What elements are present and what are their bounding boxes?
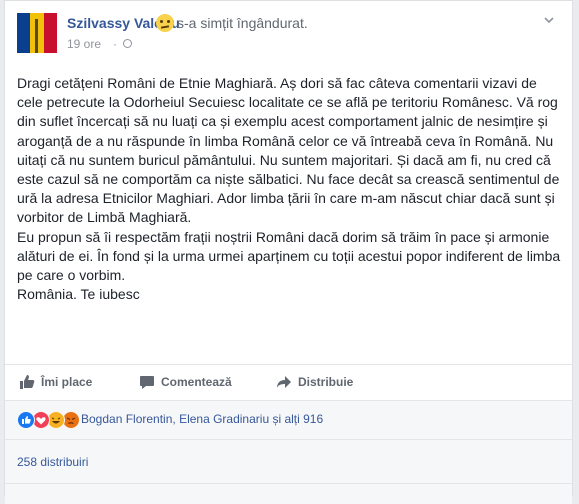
feeling-emoji-icon bbox=[156, 14, 174, 32]
post-paragraph: Eu propun să îi respectăm frații noștrii… bbox=[17, 228, 561, 284]
thumbs-up-icon bbox=[20, 375, 35, 389]
like-reaction-icon[interactable] bbox=[17, 411, 35, 429]
globe-icon[interactable] bbox=[123, 39, 132, 48]
shares-count[interactable]: 258 distribuiri bbox=[17, 455, 88, 469]
post-body: Dragi cetățeni Români de Etnie Maghiară.… bbox=[17, 74, 562, 304]
share-icon bbox=[277, 376, 291, 388]
post-card: Szilvassy Valeriu s-a simțit îngândurat.… bbox=[4, 0, 573, 504]
like-label: Îmi place bbox=[41, 375, 93, 389]
comments-row bbox=[5, 483, 572, 504]
comment-icon bbox=[140, 376, 154, 389]
separator-dot: · bbox=[113, 37, 117, 51]
like-button[interactable]: Îmi place bbox=[19, 374, 92, 390]
comment-button[interactable]: Comentează bbox=[139, 374, 232, 390]
feeling-text: s-a simțit îngândurat. bbox=[177, 15, 308, 31]
reactors-list[interactable]: Bogdan Florentin, Elena Gradinariu și al… bbox=[81, 412, 323, 426]
post-paragraph: România. Te iubesc bbox=[17, 286, 140, 303]
post-timestamp[interactable]: 19 ore bbox=[67, 37, 101, 51]
post-paragraph: Dragi cetățeni Români de Etnie Maghiară.… bbox=[17, 75, 560, 226]
share-button[interactable]: Distribuie bbox=[276, 374, 353, 390]
post-header: Szilvassy Valeriu s-a simțit îngândurat.… bbox=[17, 13, 560, 61]
chevron-down-icon[interactable] bbox=[544, 15, 554, 25]
comment-label: Comentează bbox=[161, 375, 232, 389]
share-label: Distribuie bbox=[298, 375, 354, 389]
reactions-row: Bogdan Florentin, Elena Gradinariu și al… bbox=[5, 400, 572, 440]
action-bar: Îmi place Comentează Distribuie bbox=[5, 364, 572, 401]
shares-row: 258 distribuiri bbox=[5, 439, 572, 484]
avatar[interactable] bbox=[17, 13, 57, 53]
